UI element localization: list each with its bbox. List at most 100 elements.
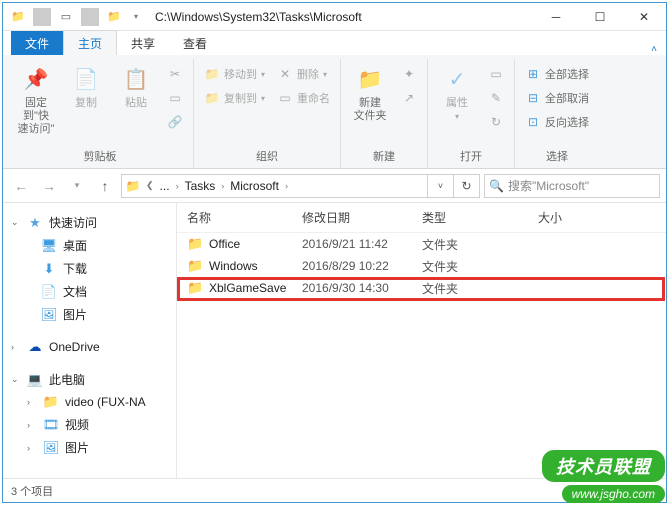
- video-icon: 🎞: [43, 417, 59, 433]
- invert-button[interactable]: ⊡反向选择: [521, 111, 593, 133]
- copyto-button[interactable]: 📁复制到 ▾: [200, 87, 269, 109]
- sidebar-pictures2[interactable]: ›🖼图片: [23, 436, 172, 459]
- minimize-button[interactable]: ─: [534, 3, 578, 31]
- navbar: ← → ▾ ↑ 📁 ❮ ... › Tasks › Microsoft › ˅ …: [3, 169, 666, 203]
- chevron-right-icon[interactable]: ›: [174, 181, 181, 191]
- chevron-right-icon[interactable]: ›: [219, 181, 226, 191]
- selectnone-button[interactable]: ⊟全部取消: [521, 87, 593, 109]
- copypath-button[interactable]: ▭: [163, 87, 187, 109]
- selectall-button[interactable]: ⊞全部选择: [521, 63, 593, 85]
- qat-properties-icon[interactable]: ▭: [57, 8, 75, 26]
- refresh-button[interactable]: ↻: [453, 175, 479, 197]
- rename-button[interactable]: ▭重命名: [273, 87, 334, 109]
- column-headers: 名称 修改日期 类型 大小: [177, 203, 666, 233]
- forward-button[interactable]: →: [37, 174, 61, 198]
- header-size[interactable]: 大小: [538, 209, 598, 226]
- folder-icon: 📁: [122, 179, 144, 193]
- table-row[interactable]: 📁 Office 2016/9/21 11:42 文件夹: [177, 233, 666, 255]
- copy-button[interactable]: 📄复制: [63, 61, 109, 110]
- tab-view[interactable]: 查看: [169, 31, 221, 55]
- open-icon: ▭: [488, 66, 504, 82]
- group-label: 剪贴板: [84, 146, 117, 168]
- search-placeholder: 搜索"Microsoft": [508, 177, 589, 194]
- crumb-segment[interactable]: Microsoft: [226, 179, 283, 193]
- open-button[interactable]: ▭: [484, 63, 508, 85]
- sidebar-quickaccess[interactable]: ⌄★快速访问: [7, 211, 172, 234]
- up-button[interactable]: ↑: [93, 174, 117, 198]
- easyaccess-button[interactable]: ↗: [397, 87, 421, 109]
- table-row[interactable]: 📁 XblGameSave 2016/9/30 14:30 文件夹: [177, 277, 666, 299]
- delete-button[interactable]: ✕删除 ▾: [273, 63, 334, 85]
- cut-button[interactable]: ✂: [163, 63, 187, 85]
- copyto-icon: 📁: [204, 90, 220, 106]
- sidebar-documents[interactable]: 📄文档: [23, 280, 172, 303]
- back-button[interactable]: ←: [9, 174, 33, 198]
- tab-file[interactable]: 文件: [11, 31, 63, 55]
- sidebar-pictures[interactable]: 🖼图片: [23, 303, 172, 326]
- chevron-right-icon[interactable]: ›: [283, 181, 290, 191]
- header-name[interactable]: 名称: [187, 209, 302, 226]
- folder-icon: 📁: [9, 8, 27, 26]
- sidebar-desktop[interactable]: 🖥桌面: [23, 234, 172, 257]
- tab-home[interactable]: 主页: [63, 30, 117, 55]
- table-row[interactable]: 📁 Windows 2016/8/29 10:22 文件夹: [177, 255, 666, 277]
- breadcrumb[interactable]: 📁 ❮ ... › Tasks › Microsoft › ˅ ↻: [121, 174, 480, 198]
- sidebar-onedrive[interactable]: ›☁OneDrive: [7, 336, 172, 358]
- properties-button[interactable]: ✓属性▾: [434, 61, 480, 122]
- search-input[interactable]: 🔍 搜索"Microsoft": [484, 174, 660, 198]
- group-open: ✓属性▾ ▭ ✎ ↻ 打开: [428, 59, 515, 168]
- qat-dropdown-icon[interactable]: ▾: [127, 8, 145, 26]
- item-count: 3 个项目: [11, 483, 53, 499]
- sidebar: ⌄★快速访问 🖥桌面 ⬇下载 📄文档 🖼图片 ›☁OneDrive ⌄💻此电脑 …: [3, 203, 177, 478]
- ribbon-collapse-icon[interactable]: ˄: [642, 44, 666, 55]
- path-icon: ▭: [167, 90, 183, 106]
- crumb-segment[interactable]: Tasks: [181, 179, 220, 193]
- sidebar-downloads[interactable]: ⬇下载: [23, 257, 172, 280]
- search-icon: 🔍: [489, 179, 504, 193]
- picture-icon: 🖼: [43, 440, 59, 456]
- close-button[interactable]: ✕: [622, 3, 666, 31]
- ribbon-tabs: 文件 主页 共享 查看 ˄: [3, 31, 666, 55]
- rows-container: 📁 Office 2016/9/21 11:42 文件夹 📁 Windows 2…: [177, 233, 666, 299]
- pin-button[interactable]: 📌固定到"快 速访问": [13, 61, 59, 137]
- crumb-dropdown-icon[interactable]: ˅: [427, 175, 453, 197]
- sidebar-video-drive[interactable]: ›📁video (FUX-NA: [23, 391, 172, 413]
- group-organize: 📁移动到 ▾ 📁复制到 ▾ ✕删除 ▾ ▭重命名 组织: [194, 59, 341, 168]
- newitem-button[interactable]: ✦: [397, 63, 421, 85]
- crumb-segment[interactable]: ...: [156, 179, 174, 193]
- moveto-icon: 📁: [204, 66, 220, 82]
- edit-button[interactable]: ✎: [484, 87, 508, 109]
- easy-icon: ↗: [401, 90, 417, 106]
- edit-icon: ✎: [488, 90, 504, 106]
- window-title: C:\Windows\System32\Tasks\Microsoft: [151, 10, 534, 24]
- moveto-button[interactable]: 📁移动到 ▾: [200, 63, 269, 85]
- copy-icon: 📄: [71, 65, 101, 95]
- folder-icon: 📁: [187, 280, 205, 296]
- pasteshortcut-button[interactable]: 🔗: [163, 111, 187, 133]
- picture-icon: 🖼: [41, 307, 57, 323]
- sidebar-thispc[interactable]: ⌄💻此电脑: [7, 368, 172, 391]
- file-list: 名称 修改日期 类型 大小 📁 Office 2016/9/21 11:42 文…: [177, 203, 666, 478]
- titlebar: 📁 ▭ 📁 ▾ C:\Windows\System32\Tasks\Micros…: [3, 3, 666, 31]
- header-type[interactable]: 类型: [422, 209, 538, 226]
- header-date[interactable]: 修改日期: [302, 209, 422, 226]
- history-icon: ↻: [488, 114, 504, 130]
- star-icon: ★: [27, 215, 43, 231]
- history-button[interactable]: ↻: [484, 111, 508, 133]
- recent-dropdown[interactable]: ▾: [65, 174, 89, 198]
- invert-icon: ⊡: [525, 114, 541, 130]
- document-icon: 📄: [41, 284, 57, 300]
- paste-icon: 📋: [121, 65, 151, 95]
- chevron-icon[interactable]: ❮: [144, 180, 156, 191]
- newfolder-button[interactable]: 📁新建 文件夹: [347, 61, 393, 123]
- qat-newfolder-icon[interactable]: 📁: [105, 8, 123, 26]
- status-bar: 3 个项目: [3, 478, 666, 502]
- group-label: 新建: [373, 146, 395, 168]
- paste-button[interactable]: 📋粘贴: [113, 61, 159, 110]
- sidebar-videos[interactable]: ›🎞视频: [23, 413, 172, 436]
- tab-share[interactable]: 共享: [117, 31, 169, 55]
- folder-icon: 📁: [187, 258, 205, 274]
- maximize-button[interactable]: ☐: [578, 3, 622, 31]
- content-area: ⌄★快速访问 🖥桌面 ⬇下载 📄文档 🖼图片 ›☁OneDrive ⌄💻此电脑 …: [3, 203, 666, 478]
- rename-icon: ▭: [277, 90, 293, 106]
